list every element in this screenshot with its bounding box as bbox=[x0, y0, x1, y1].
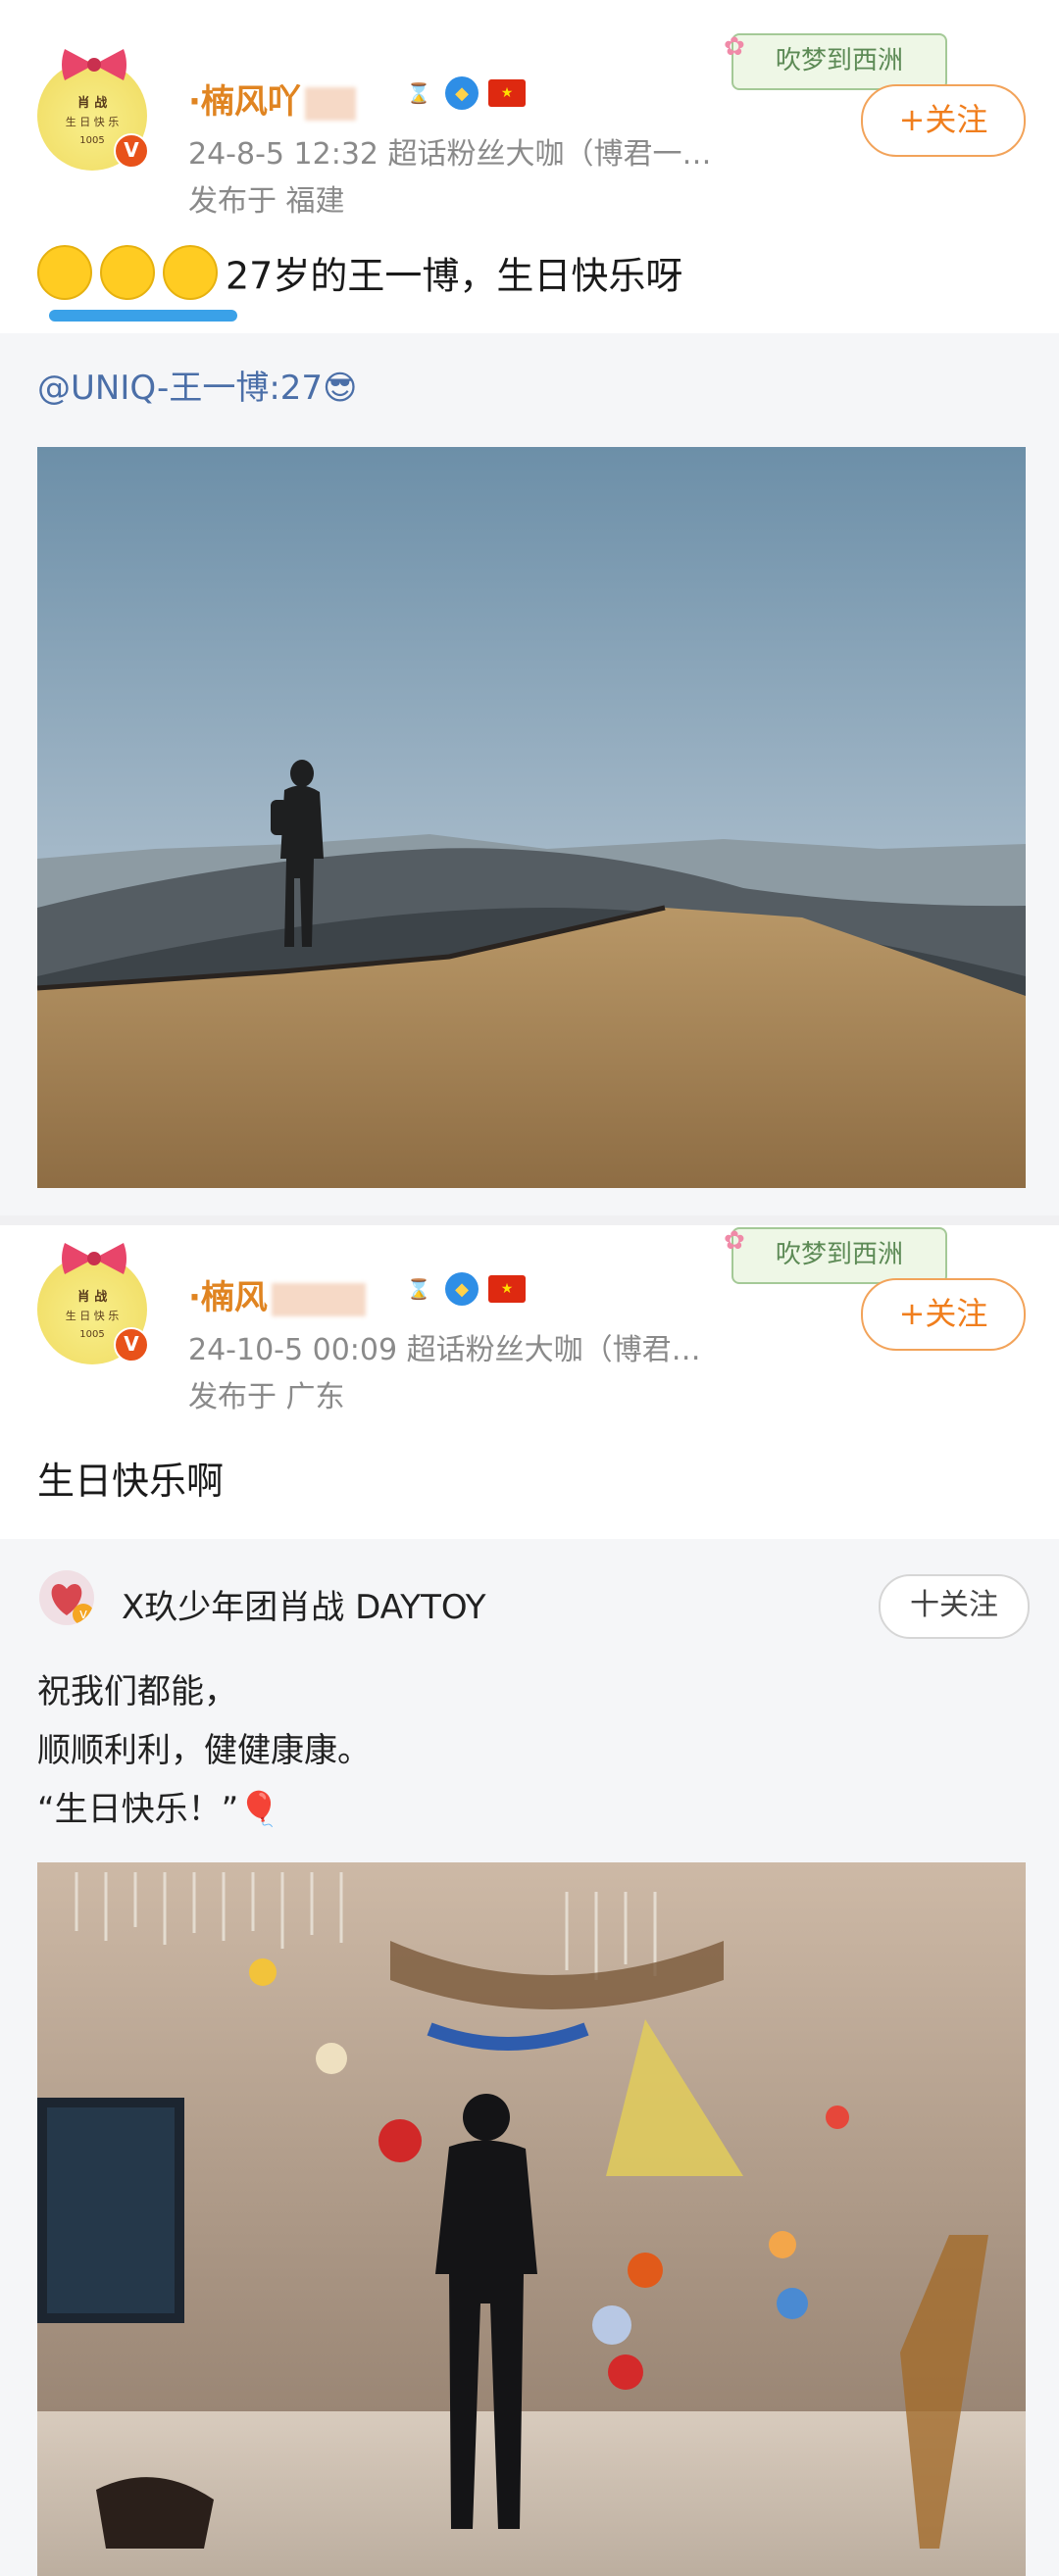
repost-follow-button[interactable]: 十关注 bbox=[879, 1574, 1030, 1639]
repost-mention[interactable]: @UNIQ-王一博:27😎 bbox=[37, 361, 358, 409]
yellow-circle-emoji-icon bbox=[100, 245, 155, 300]
avatar-text-mid: 生 日 快 乐 bbox=[65, 1310, 120, 1322]
repost-image-desert[interactable] bbox=[37, 447, 1026, 1188]
repost-card[interactable]: @UNIQ-王一博:27😎 bbox=[0, 333, 1059, 1215]
user-avatar[interactable]: 肖 战 生 日 快 乐 1005 V bbox=[37, 49, 149, 171]
post-meta: 24-8-5 12:32 超话粉丝大咖（博君一… bbox=[188, 137, 712, 172]
post-location: 发布于 广东 bbox=[188, 1380, 345, 1414]
post-meta: 24-10-5 00:09 超话粉丝大咖（博君… bbox=[188, 1333, 701, 1367]
user-badges: ⌛ ◆ ★ bbox=[402, 76, 526, 110]
follow-button[interactable]: +关注 bbox=[861, 84, 1026, 157]
avatar-text-top: 肖 战 bbox=[76, 1290, 108, 1305]
user-avatar[interactable]: 肖 战 生 日 快 乐 1005 V bbox=[37, 1243, 149, 1364]
repost-text-line: 顺顺利利，健健康康。 bbox=[37, 1731, 371, 1770]
username[interactable]: ·楠风 bbox=[188, 1270, 366, 1318]
avatar-text-top: 肖 战 bbox=[76, 96, 108, 111]
post-location: 发布于 福建 bbox=[188, 184, 345, 219]
yellow-circle-emoji-icon bbox=[163, 245, 218, 300]
follow-button[interactable]: +关注 bbox=[861, 1278, 1026, 1351]
verified-icon: V bbox=[114, 133, 149, 169]
highlight-underline bbox=[49, 310, 237, 322]
bow-icon bbox=[62, 1243, 126, 1274]
diamond-badge-icon: ◆ bbox=[445, 76, 479, 110]
post-separator bbox=[0, 1215, 1059, 1225]
china-flag-icon: ★ bbox=[488, 1275, 526, 1303]
repost-card[interactable]: v X玖少年团肖战 DAYTOY 十关注 祝我们都能， 顺顺利利，健健康康。 “… bbox=[0, 1539, 1059, 2576]
decor-card: ✿ 吹梦到西洲 bbox=[724, 1226, 947, 1284]
china-flag-icon: ★ bbox=[488, 79, 526, 107]
decor-card: ✿ 吹梦到西洲 bbox=[724, 32, 947, 90]
repost-username[interactable]: X玖少年团肖战 DAYTOY bbox=[122, 1580, 486, 1628]
weibo-post-2: 肖 战 生 日 快 乐 1005 V ·楠风 ⌛ ◆ ★ ✿ 吹梦到西洲 +关注… bbox=[0, 1225, 1059, 2576]
weibo-post-1: 肖 战 生 日 快 乐 1005 V ·楠风吖 ⌛ ◆ ★ ✿ 吹梦到西洲 +关… bbox=[0, 14, 1059, 1215]
diamond-badge-icon: ◆ bbox=[445, 1272, 479, 1306]
verified-icon: V bbox=[114, 1327, 149, 1362]
repost-image-party-room[interactable] bbox=[37, 1862, 1026, 2576]
post-content: 27岁的王一博，生日快乐呀 bbox=[37, 245, 682, 300]
username[interactable]: ·楠风吖 bbox=[188, 74, 356, 123]
repost-text-line: 祝我们都能， bbox=[37, 1672, 237, 1711]
user-badges: ⌛ ◆ ★ bbox=[402, 1272, 526, 1306]
post-content: 生日快乐啊 bbox=[37, 1460, 225, 1503]
hourglass-icon: ⌛ bbox=[406, 1277, 431, 1301]
flower-icon: ✿ bbox=[724, 1226, 745, 1256]
yellow-circle-emoji-icon bbox=[37, 245, 92, 300]
repost-text-line: “生日快乐！”🎈 bbox=[37, 1790, 280, 1829]
avatar-text-mid: 生 日 快 乐 bbox=[65, 116, 120, 128]
flower-icon: ✿ bbox=[724, 32, 745, 62]
repost-user-avatar[interactable]: v bbox=[39, 1570, 94, 1625]
bow-icon bbox=[62, 49, 126, 80]
verified-icon: v bbox=[73, 1604, 94, 1625]
hourglass-icon: ⌛ bbox=[406, 81, 431, 105]
